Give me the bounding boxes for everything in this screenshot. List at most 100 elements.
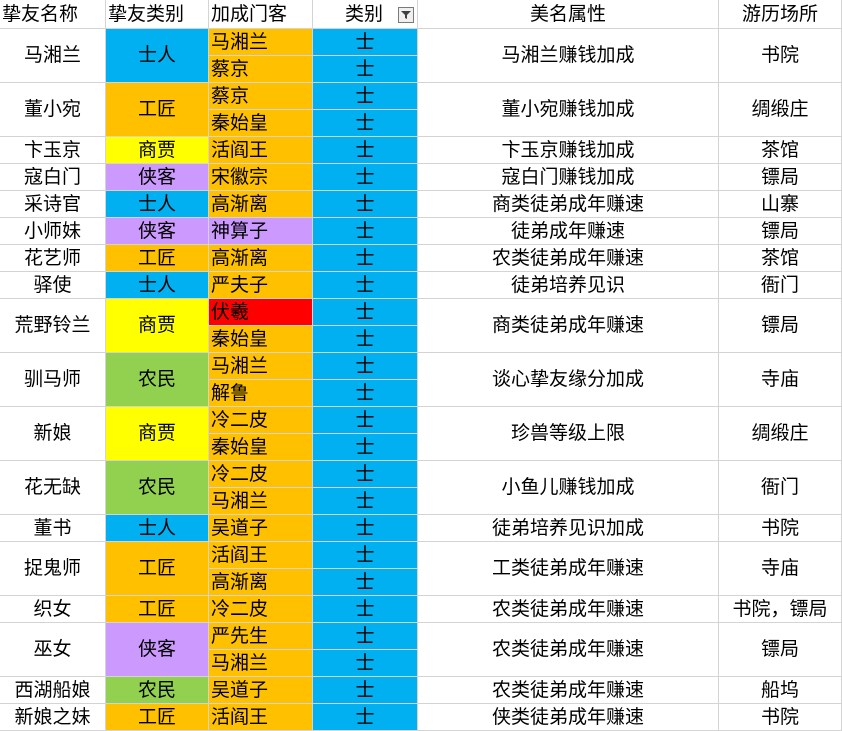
- cell-friend-name[interactable]: 董小宛: [0, 83, 106, 137]
- cell-friend-name[interactable]: 织女: [0, 596, 106, 623]
- cell-friend-category[interactable]: 商贾: [106, 407, 209, 461]
- cell-travel-place[interactable]: 镖局: [719, 164, 842, 191]
- cell-type[interactable]: 士: [313, 110, 418, 137]
- cell-fame-attribute[interactable]: 商类徒弟成年赚速: [418, 191, 719, 218]
- cell-type[interactable]: 士: [313, 704, 418, 731]
- cell-travel-place[interactable]: 镖局: [719, 218, 842, 245]
- cell-type[interactable]: 士: [313, 353, 418, 380]
- cell-type[interactable]: 士: [313, 677, 418, 704]
- cell-friend-category[interactable]: 农民: [106, 677, 209, 704]
- cell-bonus-guest[interactable]: 宋徽宗: [209, 164, 313, 191]
- cell-friend-name[interactable]: 马湘兰: [0, 29, 106, 83]
- cell-type[interactable]: 士: [313, 650, 418, 677]
- cell-friend-name[interactable]: 采诗官: [0, 191, 106, 218]
- cell-bonus-guest[interactable]: 活阎王: [209, 542, 313, 569]
- cell-bonus-guest[interactable]: 高渐离: [209, 569, 313, 596]
- cell-type[interactable]: 士: [313, 245, 418, 272]
- cell-travel-place[interactable]: 寺庙: [719, 542, 842, 596]
- cell-bonus-guest[interactable]: 蔡京: [209, 56, 313, 83]
- cell-friend-name[interactable]: 花艺师: [0, 245, 106, 272]
- cell-fame-attribute[interactable]: 商类徒弟成年赚速: [418, 299, 719, 353]
- cell-travel-place[interactable]: 书院: [719, 704, 842, 731]
- cell-friend-category[interactable]: 农民: [106, 461, 209, 515]
- cell-friend-name[interactable]: 花无缺: [0, 461, 106, 515]
- cell-type[interactable]: 士: [313, 596, 418, 623]
- cell-friend-category[interactable]: 侠客: [106, 218, 209, 245]
- cell-travel-place[interactable]: 寺庙: [719, 353, 842, 407]
- cell-bonus-guest[interactable]: 马湘兰: [209, 29, 313, 56]
- cell-type[interactable]: 士: [313, 488, 418, 515]
- cell-fame-attribute[interactable]: 徒弟培养见识: [418, 272, 719, 299]
- cell-friend-category[interactable]: 工匠: [106, 542, 209, 596]
- cell-friend-category[interactable]: 农民: [106, 353, 209, 407]
- cell-bonus-guest[interactable]: 秦始皇: [209, 110, 313, 137]
- cell-friend-name[interactable]: 新娘之妹: [0, 704, 106, 731]
- cell-bonus-guest[interactable]: 吴道子: [209, 515, 313, 542]
- cell-fame-attribute[interactable]: 徒弟培养见识加成: [418, 515, 719, 542]
- header-cell-friend-category[interactable]: 挚友类别: [106, 0, 209, 29]
- cell-friend-category[interactable]: 商贾: [106, 137, 209, 164]
- cell-type[interactable]: 士: [313, 623, 418, 650]
- cell-travel-place[interactable]: 绸缎庄: [719, 407, 842, 461]
- cell-type[interactable]: 士: [313, 83, 418, 110]
- cell-travel-place[interactable]: 书院: [719, 29, 842, 83]
- cell-travel-place[interactable]: 绸缎庄: [719, 83, 842, 137]
- cell-bonus-guest[interactable]: 秦始皇: [209, 326, 313, 353]
- cell-fame-attribute[interactable]: 董小宛赚钱加成: [418, 83, 719, 137]
- cell-friend-name[interactable]: 寇白门: [0, 164, 106, 191]
- cell-friend-category[interactable]: 工匠: [106, 83, 209, 137]
- cell-friend-name[interactable]: 董书: [0, 515, 106, 542]
- cell-type[interactable]: 士: [313, 164, 418, 191]
- cell-type[interactable]: 士: [313, 461, 418, 488]
- cell-type[interactable]: 士: [313, 380, 418, 407]
- cell-fame-attribute[interactable]: 珍兽等级上限: [418, 407, 719, 461]
- cell-type[interactable]: 士: [313, 56, 418, 83]
- cell-friend-category[interactable]: 工匠: [106, 596, 209, 623]
- cell-fame-attribute[interactable]: 小鱼儿赚钱加成: [418, 461, 719, 515]
- cell-bonus-guest[interactable]: 冷二皮: [209, 407, 313, 434]
- cell-travel-place[interactable]: 书院，镖局: [719, 596, 842, 623]
- header-cell-bonus-guest[interactable]: 加成门客: [209, 0, 313, 29]
- cell-bonus-guest[interactable]: 冷二皮: [209, 461, 313, 488]
- cell-friend-name[interactable]: 卞玉京: [0, 137, 106, 164]
- cell-bonus-guest[interactable]: 秦始皇: [209, 434, 313, 461]
- cell-bonus-guest[interactable]: 严夫子: [209, 272, 313, 299]
- cell-friend-name[interactable]: 西湖船娘: [0, 677, 106, 704]
- cell-friend-name[interactable]: 驿使: [0, 272, 106, 299]
- cell-bonus-guest[interactable]: 活阎王: [209, 704, 313, 731]
- cell-bonus-guest[interactable]: 吴道子: [209, 677, 313, 704]
- cell-type[interactable]: 士: [313, 569, 418, 596]
- cell-type[interactable]: 士: [313, 407, 418, 434]
- cell-travel-place[interactable]: 衙门: [719, 461, 842, 515]
- cell-fame-attribute[interactable]: 侠类徒弟成年赚速: [418, 704, 719, 731]
- cell-bonus-guest[interactable]: 活阎王: [209, 137, 313, 164]
- cell-fame-attribute[interactable]: 农类徒弟成年赚速: [418, 596, 719, 623]
- cell-friend-category[interactable]: 士人: [106, 29, 209, 83]
- cell-type[interactable]: 士: [313, 218, 418, 245]
- cell-fame-attribute[interactable]: 农类徒弟成年赚速: [418, 677, 719, 704]
- cell-bonus-guest[interactable]: 冷二皮: [209, 596, 313, 623]
- cell-bonus-guest[interactable]: 高渐离: [209, 191, 313, 218]
- cell-type[interactable]: 士: [313, 542, 418, 569]
- cell-bonus-guest[interactable]: 神算子: [209, 218, 313, 245]
- cell-travel-place[interactable]: 衙门: [719, 272, 842, 299]
- cell-friend-name[interactable]: 巫女: [0, 623, 106, 677]
- cell-travel-place[interactable]: 茶馆: [719, 245, 842, 272]
- cell-bonus-guest[interactable]: 马湘兰: [209, 650, 313, 677]
- cell-fame-attribute[interactable]: 寇白门赚钱加成: [418, 164, 719, 191]
- cell-friend-category[interactable]: 士人: [106, 272, 209, 299]
- cell-fame-attribute[interactable]: 农类徒弟成年赚速: [418, 245, 719, 272]
- cell-type[interactable]: 士: [313, 137, 418, 164]
- cell-friend-category[interactable]: 侠客: [106, 623, 209, 677]
- cell-bonus-guest[interactable]: 马湘兰: [209, 353, 313, 380]
- cell-fame-attribute[interactable]: 马湘兰赚钱加成: [418, 29, 719, 83]
- cell-type[interactable]: 士: [313, 272, 418, 299]
- cell-type[interactable]: 士: [313, 326, 418, 353]
- cell-fame-attribute[interactable]: 徒弟成年赚速: [418, 218, 719, 245]
- cell-travel-place[interactable]: 镖局: [719, 299, 842, 353]
- cell-friend-name[interactable]: 捉鬼师: [0, 542, 106, 596]
- cell-travel-place[interactable]: 茶馆: [719, 137, 842, 164]
- cell-friend-category[interactable]: 士人: [106, 191, 209, 218]
- cell-friend-category[interactable]: 工匠: [106, 245, 209, 272]
- cell-friend-category[interactable]: 商贾: [106, 299, 209, 353]
